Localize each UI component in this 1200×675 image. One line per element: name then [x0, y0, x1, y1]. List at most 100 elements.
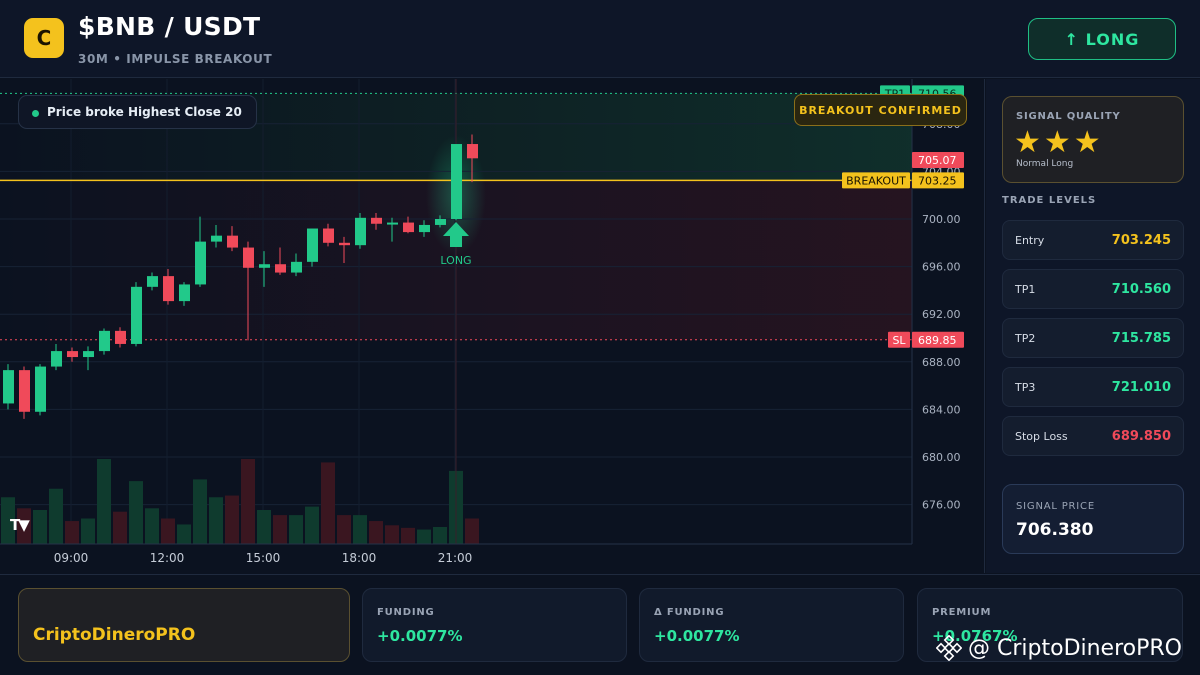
- binance-logo-icon: [936, 635, 962, 661]
- breakout-price-tag: 703.25: [918, 174, 957, 187]
- volume-bar: [33, 510, 47, 544]
- long-marker-label: LONG: [440, 254, 471, 267]
- volume-bar: [129, 481, 143, 544]
- y-tick-label: 676.00: [922, 499, 961, 512]
- candle-body: [227, 235, 238, 248]
- candle-body: [147, 276, 158, 287]
- watermark-text: @ CriptoDineroPRO: [968, 635, 1182, 661]
- candlestick-chart[interactable]: LONG 708.00704.00700.00696.00692.00688.0…: [0, 79, 985, 573]
- candle-body: [67, 351, 78, 358]
- sl-tag: SL: [892, 334, 906, 347]
- header: C $BNB / USDT 30M • IMPULSE BREAKOUT ↑ L…: [0, 0, 1200, 78]
- price-chart[interactable]: LONG 708.00704.00700.00696.00692.00688.0…: [0, 79, 985, 573]
- level-value: 715.785: [1111, 331, 1171, 346]
- candle-body: [403, 222, 414, 233]
- candle-body: [355, 217, 366, 246]
- candle-body: [243, 247, 254, 268]
- level-value: 721.010: [1111, 380, 1171, 395]
- app-logo: C: [24, 18, 64, 58]
- status-dot-icon: [32, 110, 39, 117]
- level-label: TP2: [1015, 332, 1036, 345]
- star-rating-icon: ★★★: [1014, 125, 1104, 160]
- sl-price-tag: 689.85: [918, 334, 957, 347]
- volume-bar: [289, 515, 303, 544]
- candle-body: [131, 286, 142, 344]
- x-tick-label: 18:00: [342, 551, 377, 565]
- level-value: 703.245: [1111, 233, 1171, 248]
- footer: CriptoDineroPRO FUNDING +0.0077% Δ FUNDI…: [0, 574, 1200, 675]
- volume-bar: [321, 462, 335, 544]
- y-tick-label: 684.00: [922, 403, 961, 416]
- signal-price-card: SIGNAL PRICE 706.380: [1002, 484, 1184, 554]
- volume-bar: [225, 495, 239, 544]
- breakout-condition-chip: Price broke Highest Close 20: [18, 95, 257, 129]
- volume-bar: [273, 515, 287, 544]
- pair-title: $BNB / USDT: [78, 12, 261, 41]
- x-tick-label: 09:00: [54, 551, 89, 565]
- y-tick-label: 696.00: [922, 261, 961, 274]
- x-tick-label: 12:00: [150, 551, 185, 565]
- level-label: Entry: [1015, 234, 1045, 247]
- brand-card: CriptoDineroPRO: [18, 588, 350, 662]
- signal-panel: SIGNAL QUALITY ★★★ Normal Long TRADE LEV…: [986, 79, 1200, 573]
- tradingview-logo-icon: T▼: [10, 516, 30, 534]
- level-label: Stop Loss: [1015, 430, 1068, 443]
- volume-bar: [81, 518, 95, 544]
- volume-bar: [465, 518, 479, 544]
- volume-bar: [417, 529, 431, 544]
- volume-bar: [369, 521, 383, 544]
- volume-bar: [97, 459, 111, 544]
- candle-body: [99, 330, 110, 352]
- signal-quality-label: Normal Long: [1016, 159, 1074, 169]
- stat-label: PREMIUM: [932, 607, 992, 618]
- delta-funding-card: Δ FUNDING +0.0077%: [639, 588, 904, 662]
- candle-body: [467, 144, 478, 159]
- level-tp2[interactable]: TP2 715.785: [1002, 318, 1184, 358]
- volume-bar: [385, 525, 399, 544]
- candle-body: [323, 228, 334, 243]
- current-price-tag: 705.07: [918, 154, 957, 167]
- volume-bar: [241, 459, 255, 544]
- volume-bar: [305, 506, 319, 544]
- volume-bar: [65, 521, 79, 544]
- y-tick-label: 692.00: [922, 308, 961, 321]
- stat-value: +0.0077%: [377, 627, 463, 645]
- candle-body: [339, 242, 350, 246]
- brand-name: CriptoDineroPRO: [33, 625, 196, 645]
- y-tick-label: 700.00: [922, 213, 961, 226]
- long-signal-button[interactable]: ↑ LONG: [1028, 18, 1176, 60]
- candle-body: [3, 370, 14, 404]
- level-stop-loss[interactable]: Stop Loss 689.850: [1002, 416, 1184, 456]
- breakout-condition-text: Price broke Highest Close 20: [47, 105, 242, 119]
- volume-bar: [257, 510, 271, 544]
- volume-bar: [209, 497, 223, 544]
- watermark: @ CriptoDineroPRO: [936, 635, 1182, 661]
- funding-card: FUNDING +0.0077%: [362, 588, 627, 662]
- candle-body: [211, 235, 222, 242]
- signal-price-label: SIGNAL PRICE: [1016, 501, 1095, 512]
- candle-body: [307, 228, 318, 262]
- volume-bar: [161, 518, 175, 544]
- volume-bar: [401, 527, 415, 544]
- candle-body: [275, 264, 286, 273]
- candle-body: [371, 217, 382, 224]
- level-tp1[interactable]: TP1 710.560: [1002, 269, 1184, 309]
- volume-bar: [433, 527, 447, 544]
- timeframe-subtitle: 30M • IMPULSE BREAKOUT: [78, 52, 273, 66]
- level-tp3[interactable]: TP3 721.010: [1002, 367, 1184, 407]
- y-tick-label: 688.00: [922, 356, 961, 369]
- x-tick-label: 15:00: [246, 551, 281, 565]
- x-tick-label: 21:00: [438, 551, 473, 565]
- signal-quality-card: SIGNAL QUALITY ★★★ Normal Long: [1002, 96, 1184, 183]
- candle-body: [419, 224, 430, 233]
- signal-quality-title: SIGNAL QUALITY: [1016, 111, 1121, 122]
- candle-body: [83, 351, 94, 358]
- breakout-tag: BREAKOUT: [846, 174, 906, 187]
- level-label: TP3: [1015, 381, 1036, 394]
- volume-bar: [113, 511, 127, 544]
- level-entry[interactable]: Entry 703.245: [1002, 220, 1184, 260]
- volume-bar: [177, 524, 191, 544]
- level-value: 710.560: [1111, 282, 1171, 297]
- signal-price-value: 706.380: [1016, 520, 1094, 540]
- stat-label: FUNDING: [377, 607, 435, 618]
